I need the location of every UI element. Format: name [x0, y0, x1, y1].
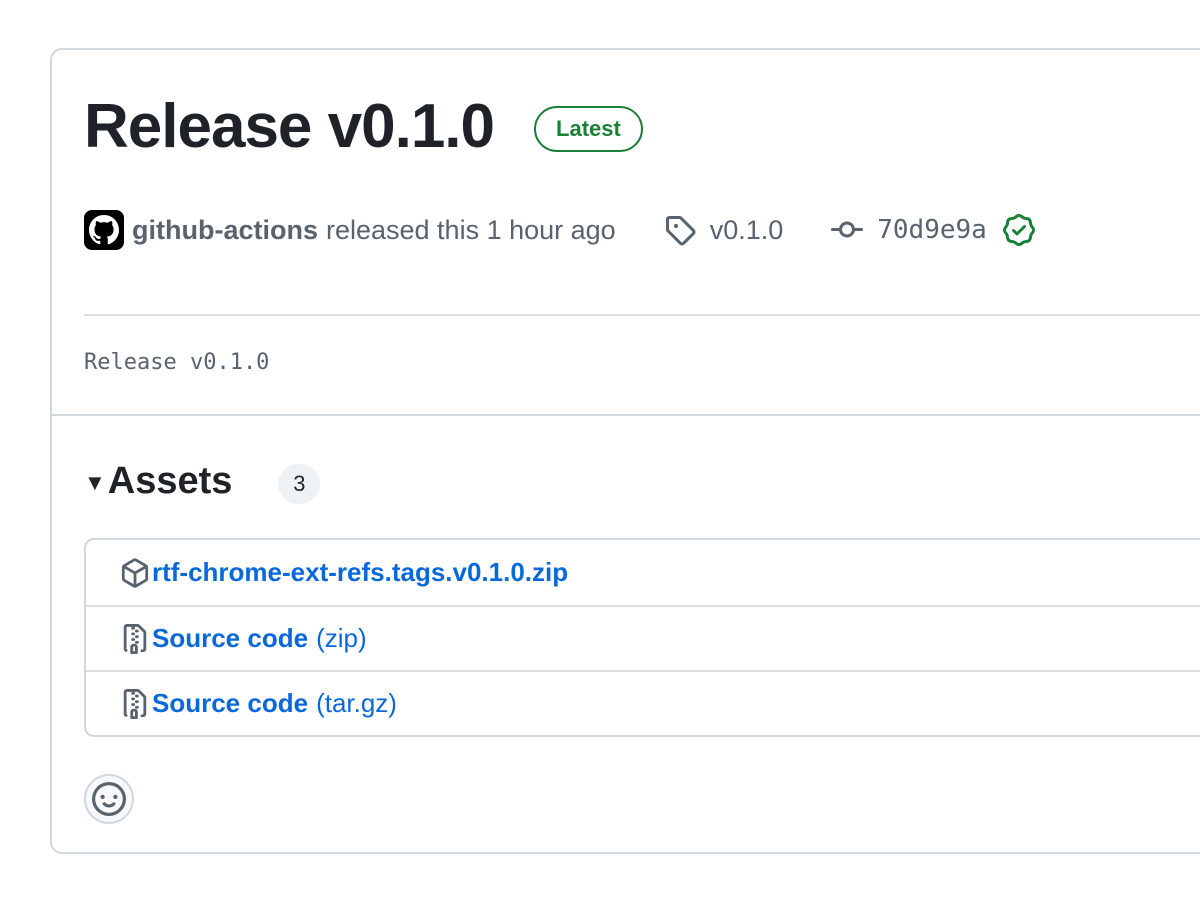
- asset-link[interactable]: Source code: [152, 623, 308, 654]
- asset-row: rtf-chrome-ext-refs.tags.v0.1.0.zip: [86, 540, 1200, 605]
- assets-toggle[interactable]: ▼ Assets 3: [84, 458, 321, 504]
- avatar[interactable]: [84, 210, 124, 250]
- commit-sha: 70d9e9a: [877, 215, 987, 245]
- add-reaction-button[interactable]: [84, 774, 134, 824]
- release-body: Release v0.1.0: [84, 350, 270, 375]
- asset-row: Source code (zip): [86, 605, 1200, 670]
- triangle-down-icon: ▼: [84, 470, 106, 495]
- asset-link[interactable]: rtf-chrome-ext-refs.tags.v0.1.0.zip: [152, 557, 568, 588]
- release-meta: github-actions released this 1 hour ago …: [84, 210, 1035, 250]
- git-commit-icon: [831, 221, 864, 238]
- latest-badge: Latest: [534, 106, 643, 152]
- file-zip-icon: [123, 623, 147, 654]
- verified-icon[interactable]: [1002, 214, 1035, 246]
- tag-icon: [665, 216, 696, 246]
- divider: [84, 314, 1200, 316]
- release-title[interactable]: Release v0.1.0: [84, 96, 495, 158]
- github-logo-icon: [89, 215, 119, 245]
- release-tag[interactable]: v0.1.0: [664, 214, 784, 246]
- assets-title: Assets: [107, 459, 233, 502]
- release-commit[interactable]: 70d9e9a: [831, 214, 1035, 246]
- assets-count-badge: 3: [278, 464, 321, 504]
- asset-format: (tar.gz): [316, 688, 397, 718]
- divider: [52, 414, 1200, 416]
- asset-list: rtf-chrome-ext-refs.tags.v0.1.0.zip Sour…: [84, 538, 1200, 737]
- asset-link[interactable]: Source code: [152, 688, 308, 719]
- asset-row: Source code (tar.gz): [86, 670, 1200, 735]
- file-zip-icon: [123, 688, 147, 719]
- tag-label: v0.1.0: [709, 214, 784, 245]
- released-time: released this 1 hour ago: [325, 214, 616, 245]
- author-link[interactable]: github-actions: [132, 215, 318, 246]
- release-card: Release v0.1.0 Latest github-actions rel…: [50, 48, 1200, 854]
- asset-format: (zip): [316, 623, 367, 653]
- release-header: Release v0.1.0 Latest: [84, 96, 643, 158]
- smiley-icon: [92, 782, 126, 816]
- package-icon: [121, 557, 149, 588]
